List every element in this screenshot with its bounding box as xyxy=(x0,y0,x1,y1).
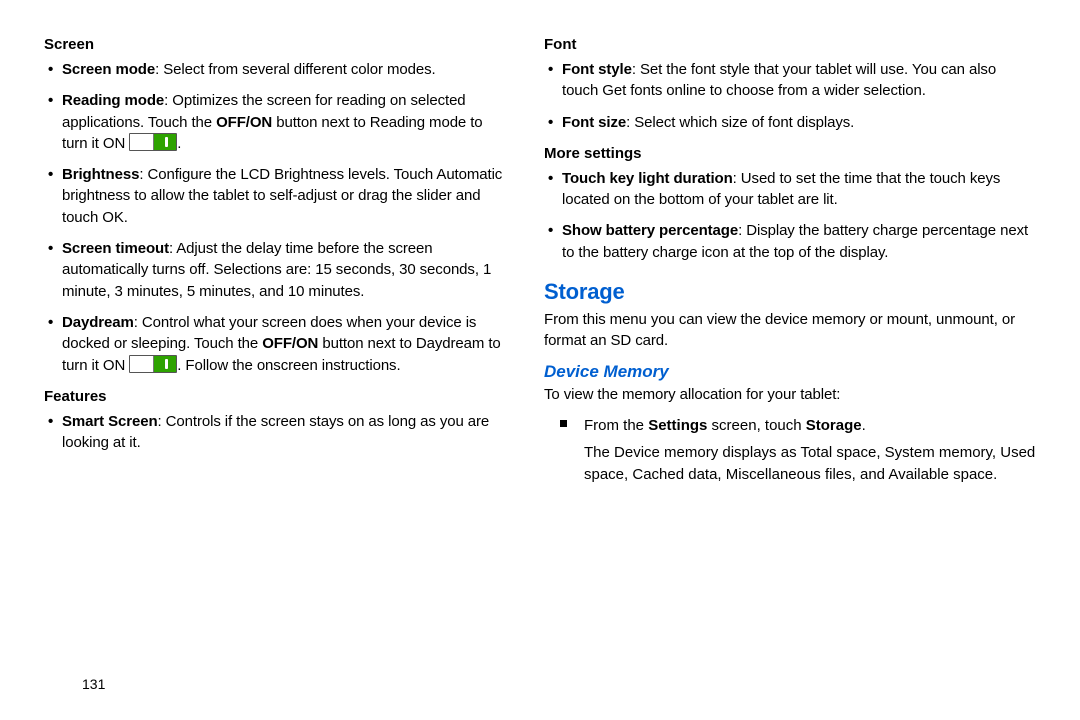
smart-screen-label: Smart Screen xyxy=(62,413,158,430)
battery-pct-label: Show battery percentage xyxy=(562,222,738,239)
reading-mode-label: Reading mode xyxy=(62,92,164,109)
screen-timeout-label: Screen timeout xyxy=(62,240,169,257)
screen-timeout-item: Screen timeout: Adjust the delay time be… xyxy=(62,238,512,302)
page-number: 131 xyxy=(82,676,105,692)
step-mid: screen, touch xyxy=(707,417,805,434)
features-list: Smart Screen: Controls if the screen sta… xyxy=(44,411,512,454)
step-post: . xyxy=(862,417,866,434)
device-memory-heading: Device Memory xyxy=(544,362,1036,382)
storage-intro: From this menu you can view the device m… xyxy=(544,309,1036,352)
reading-mode-offon: OFF/ON xyxy=(216,114,272,131)
daydream-label: Daydream xyxy=(62,314,134,331)
left-column: Screen Screen mode: Select from several … xyxy=(44,36,540,700)
right-column: Font Font style: Set the font style that… xyxy=(540,36,1036,700)
device-memory-intro: To view the memory allocation for your t… xyxy=(544,384,1036,405)
font-style-item: Font style: Set the font style that your… xyxy=(562,59,1036,102)
brightness-item: Brightness: Configure the LCD Brightness… xyxy=(62,164,512,228)
square-bullet-icon xyxy=(560,420,567,427)
step-settings: Settings xyxy=(648,417,707,434)
daydream-item: Daydream: Control what your screen does … xyxy=(62,312,512,376)
font-list: Font style: Set the font style that your… xyxy=(544,59,1036,133)
screen-mode-label: Screen mode xyxy=(62,61,155,78)
daydream-offon: OFF/ON xyxy=(262,335,318,352)
more-settings-heading: More settings xyxy=(544,145,1036,162)
toggle-on-icon xyxy=(129,355,177,373)
reading-mode-item: Reading mode: Optimizes the screen for r… xyxy=(62,90,512,154)
more-settings-list: Touch key light duration: Used to set th… xyxy=(544,168,1036,263)
font-size-text: : Select which size of font displays. xyxy=(626,114,854,131)
storage-heading: Storage xyxy=(544,279,1036,305)
smart-screen-item: Smart Screen: Controls if the screen sta… xyxy=(62,411,512,454)
touch-key-item: Touch key light duration: Used to set th… xyxy=(562,168,1036,211)
toggle-on-icon xyxy=(129,133,177,151)
features-heading: Features xyxy=(44,388,512,405)
reading-mode-text3: . xyxy=(177,135,181,152)
manual-page: Screen Screen mode: Select from several … xyxy=(0,0,1080,720)
screen-list: Screen mode: Select from several differe… xyxy=(44,59,512,376)
font-size-label: Font size xyxy=(562,114,626,131)
screen-mode-text: : Select from several different color mo… xyxy=(155,61,435,78)
daydream-text3: . Follow the onscreen instructions. xyxy=(177,357,400,374)
battery-pct-item: Show battery percentage: Display the bat… xyxy=(562,220,1036,263)
touch-key-label: Touch key light duration xyxy=(562,170,733,187)
brightness-label: Brightness xyxy=(62,166,139,183)
font-style-label: Font style xyxy=(562,61,632,78)
device-memory-step: From the Settings screen, touch Storage. xyxy=(544,415,1036,436)
device-memory-result: The Device memory displays as Total spac… xyxy=(544,442,1036,485)
screen-heading: Screen xyxy=(44,36,512,53)
step-pre: From the xyxy=(584,417,648,434)
screen-mode-item: Screen mode: Select from several differe… xyxy=(62,59,512,80)
font-heading: Font xyxy=(544,36,1036,53)
step-storage: Storage xyxy=(806,417,862,434)
font-size-item: Font size: Select which size of font dis… xyxy=(562,112,1036,133)
